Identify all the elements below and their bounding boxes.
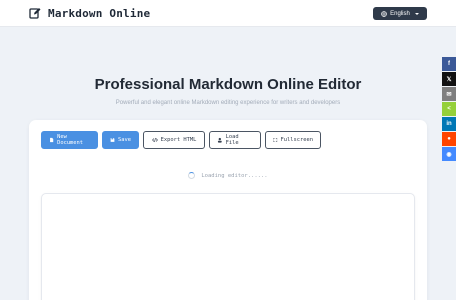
facebook-share-button[interactable]: f (442, 57, 456, 71)
load-file-label: Load File (225, 134, 239, 146)
editor-card: New Document Save Export HTML Load File … (29, 120, 427, 300)
edit-icon (29, 8, 41, 19)
loading-text: Loading editor...... (201, 172, 268, 179)
spinner-icon (188, 172, 196, 179)
export-html-label: Export HTML (160, 137, 197, 143)
brand-title: Markdown Online (48, 6, 151, 20)
save-icon (110, 138, 115, 142)
x-share-button[interactable]: 𝕏 (442, 72, 456, 86)
brand[interactable]: Markdown Online (29, 6, 150, 20)
page-subtitle: Powerful and elegant online Markdown edi… (115, 100, 341, 106)
new-document-label: New Document (57, 134, 84, 146)
linkedin-icon: in (446, 121, 452, 127)
globe-icon (381, 10, 387, 17)
loading-indicator: Loading editor...... (29, 172, 427, 179)
x-icon: 𝕏 (446, 76, 452, 83)
share-bar: f 𝕏 ✉ < in ● ◉ (442, 57, 456, 161)
language-label: English (390, 10, 410, 17)
expand-icon (273, 138, 278, 142)
load-file-button[interactable]: Load File (209, 131, 261, 149)
file-plus-icon (50, 137, 54, 143)
email-icon: ✉ (446, 91, 452, 98)
chevron-down-icon (414, 12, 419, 15)
facebook-icon: f (448, 61, 450, 67)
fullscreen-button[interactable]: Fullscreen (265, 131, 321, 149)
editor-area[interactable] (41, 193, 415, 300)
user-file-icon (217, 137, 222, 143)
save-label: Save (118, 137, 131, 143)
new-document-button[interactable]: New Document (41, 131, 98, 149)
language-dropdown[interactable]: English (373, 7, 427, 20)
code-icon (151, 137, 158, 143)
sharethis-share-button[interactable]: < (442, 102, 456, 116)
reddit-icon: ● (447, 136, 451, 142)
email-share-button[interactable]: ✉ (442, 87, 456, 101)
messenger-share-button[interactable]: ◉ (442, 147, 456, 161)
top-header: Markdown Online English (0, 0, 456, 27)
messenger-icon: ◉ (446, 151, 452, 158)
toolbar: New Document Save Export HTML Load File … (41, 131, 321, 149)
share-icon: < (447, 106, 451, 112)
export-html-button[interactable]: Export HTML (143, 131, 205, 149)
linkedin-share-button[interactable]: in (442, 117, 456, 131)
fullscreen-label: Fullscreen (280, 137, 313, 143)
page-title: Professional Markdown Online Editor (94, 76, 362, 93)
save-button[interactable]: Save (102, 131, 139, 149)
reddit-share-button[interactable]: ● (442, 132, 456, 146)
